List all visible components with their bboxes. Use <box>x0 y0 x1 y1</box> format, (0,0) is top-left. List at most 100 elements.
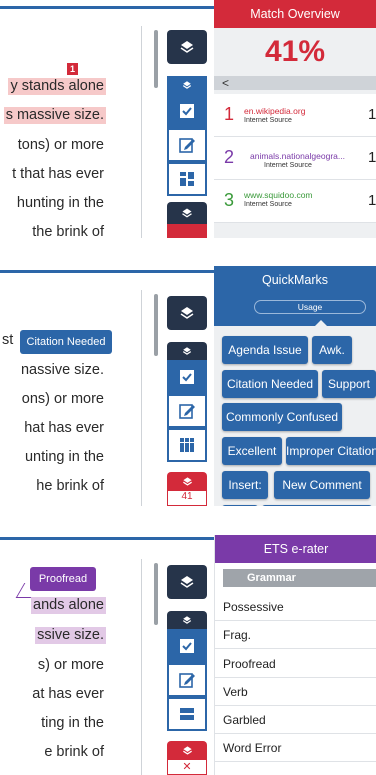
quickmark-more[interactable] <box>222 505 258 506</box>
comment-button[interactable] <box>167 663 207 697</box>
quickmark-excellent[interactable]: Excellent <box>222 437 282 465</box>
close-icon: ✕ <box>182 761 192 773</box>
quickmark-citation-needed[interactable]: Citation Needed <box>222 370 318 398</box>
grading-button[interactable] <box>167 94 207 128</box>
quickmark-list: Agenda Issue Awk. Citation Needed Suppor… <box>214 326 376 506</box>
source-percent: 1 <box>368 149 376 166</box>
layers-icon <box>182 208 192 218</box>
doc-line: hunting in the <box>16 195 104 211</box>
similarity-badge[interactable]: 41 <box>167 490 207 506</box>
source-domain: en.wikipedia.org <box>244 106 306 116</box>
match-overview-button[interactable] <box>167 162 207 196</box>
erater-item-word-error[interactable]: Word Error <box>215 734 376 762</box>
layout-icon <box>180 708 194 720</box>
layers-icon <box>182 745 192 755</box>
quickmark-improper-citation[interactable]: Improper Citation <box>286 437 376 465</box>
source-percent: 1 <box>368 106 376 123</box>
checkbox-icon <box>180 370 194 384</box>
quickmarks-panel: st nassive size. ons) or more hat has ev… <box>0 266 376 506</box>
sidebar-title: Match Overview <box>214 0 376 28</box>
red-tab[interactable] <box>167 224 207 238</box>
layers-icon <box>182 476 192 486</box>
doc-line: s) or more <box>37 657 104 673</box>
edit-icon <box>179 138 195 153</box>
grading-button[interactable] <box>167 629 207 663</box>
doc-line: nassive size. <box>20 362 104 378</box>
doc-line: s massive size. <box>3 107 106 124</box>
proofread-tooltip[interactable]: Proofread <box>30 567 96 591</box>
erater-item-frag[interactable]: Frag. <box>215 621 376 649</box>
scrollbar-thumb[interactable] <box>154 30 158 88</box>
match-overview-sidebar: Match Overview 41% < 1 en.wikipedia.org … <box>214 0 376 238</box>
quickmark-agenda-issue[interactable]: Agenda Issue <box>222 336 308 364</box>
layers-icon-small <box>182 81 192 89</box>
doc-line: he brink of <box>36 478 104 494</box>
doc-line: hat has ever <box>24 420 104 436</box>
layers-button-2[interactable] <box>167 741 207 759</box>
source-number: 1 <box>224 104 235 124</box>
source-row[interactable]: 2 animals.nationalgeogra... Internet Sou… <box>214 137 376 180</box>
comment-button[interactable] <box>167 128 207 162</box>
sidebar-title: QuickMarks <box>214 266 376 294</box>
edit-icon <box>179 673 195 688</box>
doc-line: ssive size. <box>35 627 106 644</box>
quickmark-support[interactable]: Support <box>322 370 376 398</box>
similarity-percent: 41% <box>264 35 326 68</box>
quickmark-awk[interactable]: Awk. <box>312 336 352 364</box>
layers-button-2[interactable] <box>167 472 207 490</box>
close-tab[interactable]: ✕ <box>167 759 207 775</box>
grid-icon <box>180 438 194 452</box>
layers-button[interactable] <box>167 296 207 330</box>
scrollbar-thumb[interactable] <box>154 563 158 625</box>
doc-line: unting in the <box>24 449 104 465</box>
category-header[interactable]: Grammar <box>223 569 376 587</box>
filter-header[interactable] <box>167 611 207 629</box>
layers-button[interactable] <box>167 565 207 599</box>
erater-item-garbled[interactable]: Garbled <box>215 706 376 734</box>
quickmark-commonly-confused[interactable]: Commonly Confused <box>222 403 342 431</box>
usage-tab[interactable]: Usage <box>254 300 366 314</box>
source-row[interactable]: 3 www.squidoo.com Internet Source 1 <box>214 180 376 223</box>
document-view: y stands alone s massive size. tons) or … <box>0 0 150 238</box>
source-number: 2 <box>224 147 235 167</box>
erater-item-verb[interactable]: Verb <box>215 678 376 706</box>
doc-line: y stands alone <box>8 78 106 95</box>
checkbox-icon <box>180 104 194 118</box>
grid-icon <box>180 172 194 186</box>
source-number: 3 <box>224 190 235 210</box>
layers-icon <box>180 307 194 319</box>
match-overview-button[interactable] <box>167 428 207 462</box>
scrollbar-thumb[interactable] <box>154 294 158 356</box>
erater-item-proofread[interactable]: Proofread <box>215 650 376 678</box>
match-marker[interactable]: 1 <box>67 63 78 75</box>
grading-button[interactable] <box>167 360 207 394</box>
source-percent: 1 <box>368 192 376 209</box>
layers-button-2[interactable] <box>167 202 207 224</box>
doc-line: e brink of <box>44 744 104 760</box>
layers-icon <box>180 41 194 53</box>
match-overview-button[interactable] <box>167 697 207 731</box>
layers-button[interactable] <box>167 30 207 64</box>
comment-button[interactable] <box>167 394 207 428</box>
quickmark-new-comment[interactable]: New Comment <box>274 471 370 499</box>
layers-icon <box>180 576 194 588</box>
sidebar-title: ETS e-rater <box>215 535 376 563</box>
source-type: Internet Source <box>244 117 292 124</box>
erater-item-possessive[interactable]: Possessive <box>215 593 376 621</box>
erater-sidebar: ETS e-rater Grammar Possessive Frag. Pro… <box>214 535 376 775</box>
layers-icon-small <box>182 347 192 355</box>
source-domain: www.squidoo.com <box>244 190 313 200</box>
filter-header[interactable] <box>167 342 207 360</box>
filter-header[interactable] <box>167 76 207 94</box>
quickmarks-sidebar: QuickMarks Usage Agenda Issue Awk. Citat… <box>214 266 376 506</box>
source-row[interactable]: 1 en.wikipedia.org Internet Source 1 <box>214 94 376 137</box>
document-view: st nassive size. ons) or more hat has ev… <box>0 266 150 506</box>
doc-line: ting in the <box>41 715 104 731</box>
back-button[interactable]: < <box>214 76 376 90</box>
citation-needed-tooltip[interactable]: Citation Needed <box>20 330 112 354</box>
doc-line: t that has ever <box>12 166 104 182</box>
edit-icon <box>179 404 195 419</box>
quickmark-insert[interactable]: Insert: <box>222 471 268 499</box>
quickmark-more[interactable] <box>262 505 372 506</box>
doc-line: ands alone <box>31 597 106 614</box>
